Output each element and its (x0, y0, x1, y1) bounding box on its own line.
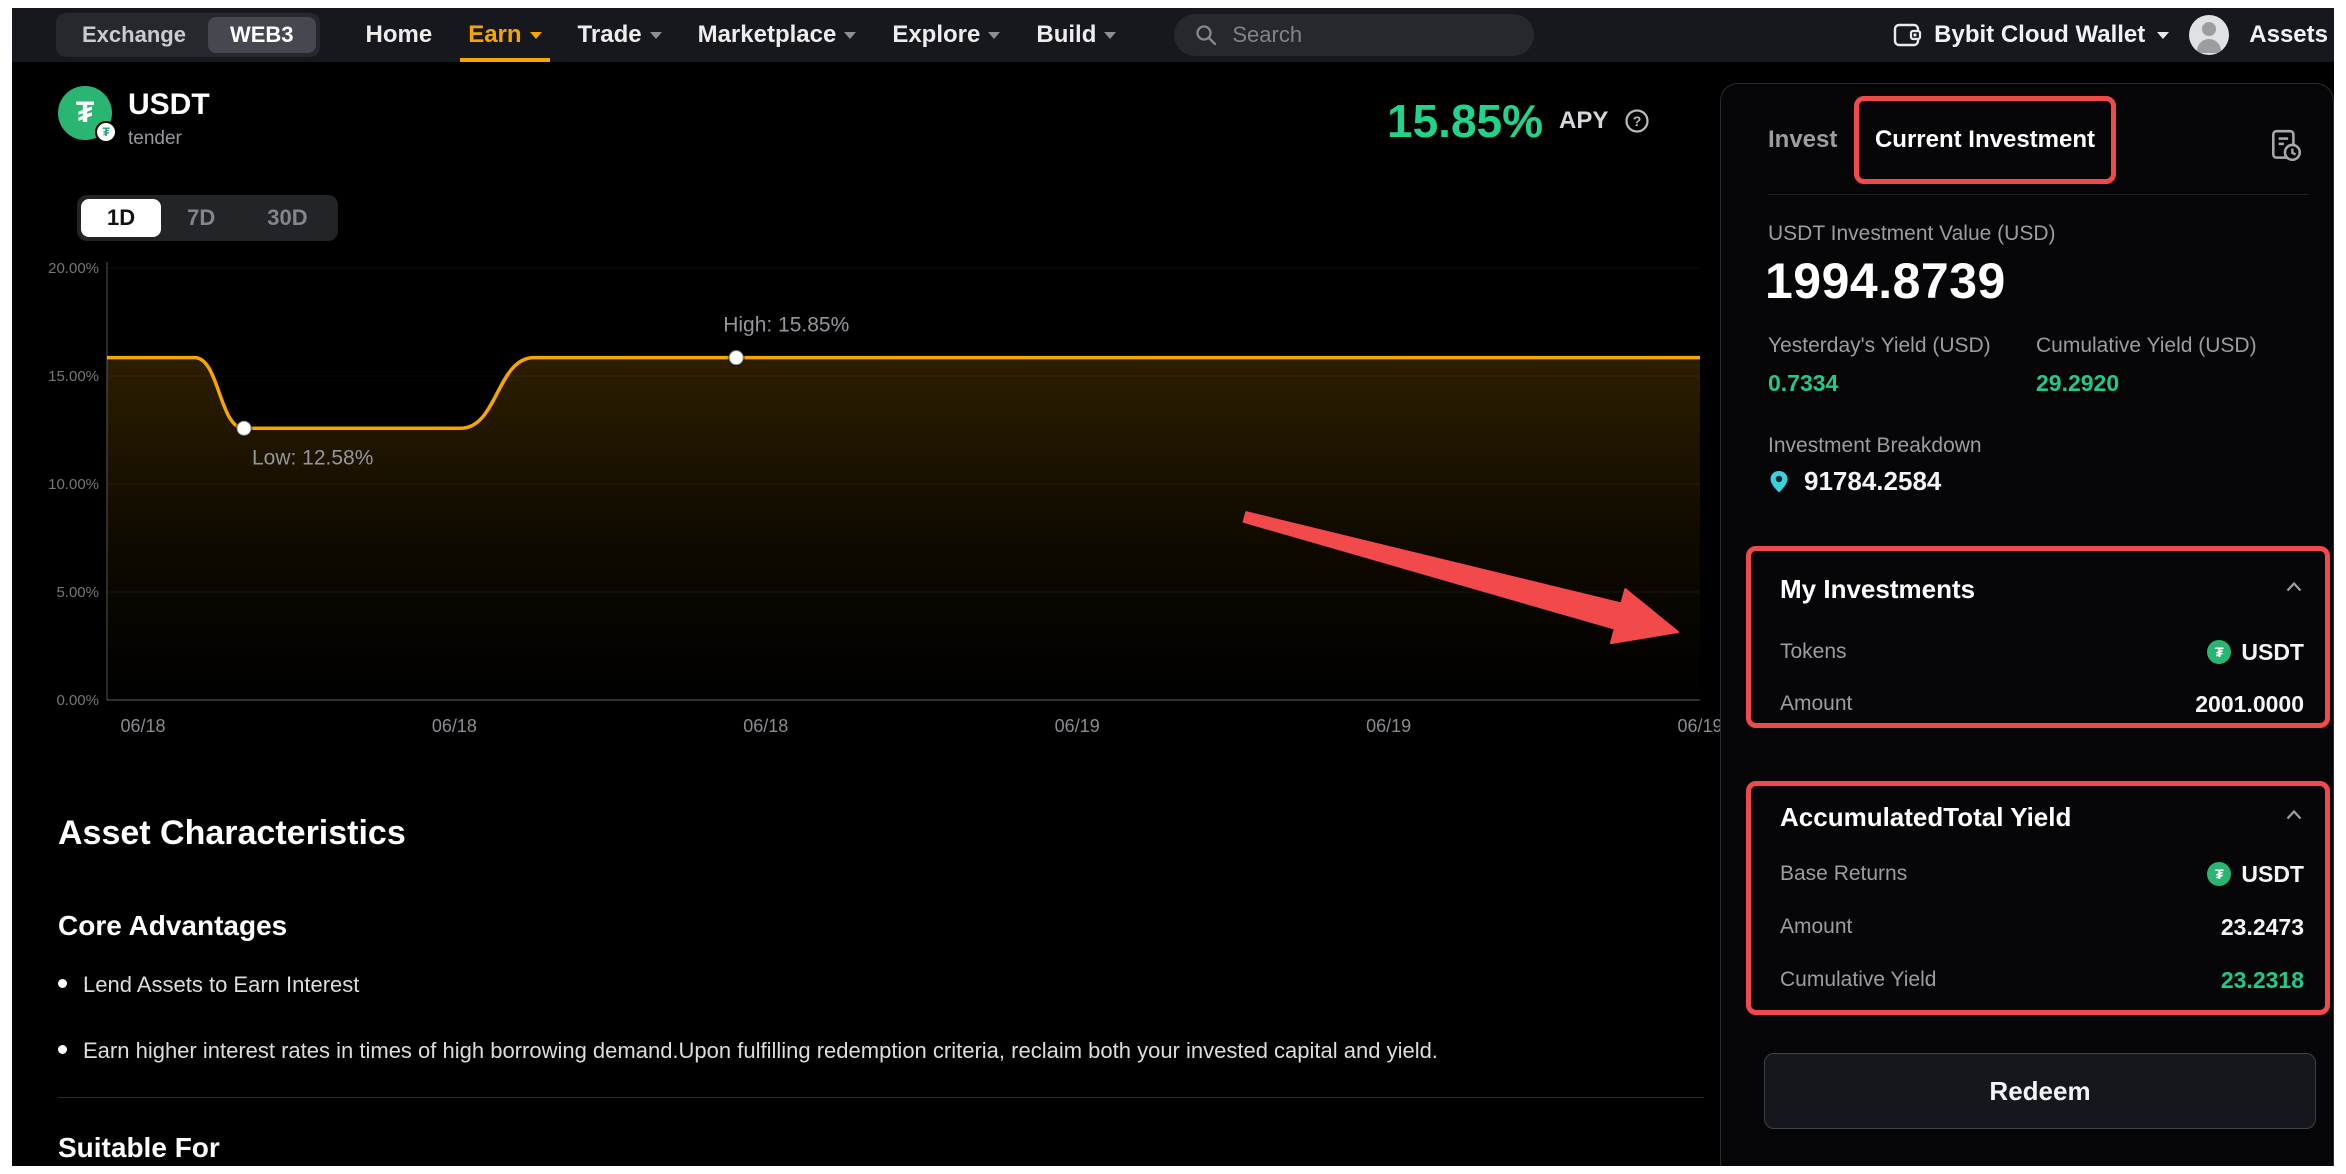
y-axis-tick: 15.00% (48, 368, 99, 385)
avatar[interactable] (2189, 15, 2229, 55)
my-investments-rows: Tokens₮USDT Amount2001.0000 (1780, 637, 2304, 719)
apy-line-chart: 20.00% 15.00% 10.00% 5.00% 0.00% 06/18 06/18 06… (40, 255, 1720, 755)
nav-item-earn[interactable]: Earn (468, 8, 541, 62)
timeframe-tab-7d[interactable]: 7D (161, 199, 241, 237)
token-header: ₮ ₮ USDT tender (58, 86, 210, 150)
apy-value: 15.85% (1387, 94, 1543, 148)
y-axis-tick: 20.00% (48, 260, 99, 277)
apy-chart: 20.00% 15.00% 10.00% 5.00% 0.00% 06/18 06/18 06… (40, 255, 1720, 755)
wallet-icon (1892, 21, 1922, 49)
question-circle-icon[interactable]: ? (1624, 108, 1650, 134)
nav-item-explore[interactable]: Explore (892, 8, 1000, 62)
exchange-toggle[interactable]: Exchange (60, 17, 208, 53)
search-placeholder: Search (1232, 22, 1302, 48)
accumulated-yield-rows: Base Returns₮USDT Amount23.2473 Cumulative… (1780, 859, 2304, 995)
nav-item-marketplace[interactable]: Marketplace (698, 8, 857, 62)
tab-current-investment[interactable]: Current Investment (1875, 126, 2095, 154)
app-window: Exchange WEB3 Home Earn Trade Marketplace Ex… (12, 8, 2334, 1166)
timeframe-tab-30d[interactable]: 30D (241, 199, 333, 237)
chevron-down-icon (530, 32, 542, 39)
svg-text:?: ? (1633, 113, 1642, 129)
cumulative-yield-label: Cumulative Yield (USD) (2036, 334, 2257, 358)
assets-link[interactable]: Assets (2249, 21, 2328, 49)
card-row-tokens: Tokens₮USDT (1780, 637, 2304, 667)
card-row-amount: Amount2001.0000 (1780, 689, 2304, 719)
chevron-up-icon[interactable] (2286, 810, 2302, 820)
tether-glyph: ₮ (76, 96, 94, 130)
section-divider (58, 1097, 1704, 1098)
x-axis-tick: 06/18 (120, 716, 165, 736)
advantage-bullet: Lend Assets to Earn Interest (58, 972, 1678, 998)
x-axis-tick: 06/19 (1366, 716, 1411, 736)
low-label: Low: 12.58% (252, 446, 373, 469)
token-titles: USDT tender (128, 86, 210, 150)
x-axis-tick: 06/19 (1677, 716, 1720, 736)
top-nav: Exchange WEB3 Home Earn Trade Marketplace Ex… (12, 8, 2334, 62)
chevron-down-icon (650, 32, 662, 39)
low-point-marker (236, 421, 251, 436)
breakdown-label: Investment Breakdown (1768, 434, 1982, 458)
token-badge-icon: ₮ (95, 121, 117, 143)
cumulative-yield-value: 29.2920 (2036, 370, 2119, 397)
my-investments-title: My Investments (1780, 574, 2304, 605)
chevron-down-icon (1104, 32, 1116, 39)
product-toggle: Exchange WEB3 (56, 13, 320, 57)
x-axis-tick: 06/18 (432, 716, 477, 736)
breakdown-row: 91784.2584 (1768, 466, 1941, 497)
x-axis-tick: 06/18 (743, 716, 788, 736)
x-axis-tick: 06/19 (1055, 716, 1100, 736)
nav-item-home[interactable]: Home (366, 8, 433, 62)
investment-value: 1994.8739 (1765, 252, 2006, 310)
y-axis-tick: 5.00% (56, 584, 99, 601)
usdt-token-icon: ₮ ₮ (58, 86, 112, 140)
usdt-token-icon: ₮ (2207, 640, 2231, 664)
advantage-bullet: Earn higher interest rates in times of h… (58, 1038, 1678, 1064)
timeframe-tab-1d[interactable]: 1D (81, 199, 161, 237)
card-row-amount: Amount23.2473 (1780, 912, 2304, 942)
nav-item-trade[interactable]: Trade (578, 8, 662, 62)
wallet-label: Bybit Cloud Wallet (1934, 21, 2145, 49)
apy-block: 15.85% APY ? (1387, 94, 1650, 148)
core-advantages-title: Core Advantages (58, 910, 287, 942)
annotation-box-current-investment: Current Investment (1854, 96, 2116, 184)
yesterday-yield-label: Yesterday's Yield (USD) (1768, 334, 1991, 358)
web3-toggle[interactable]: WEB3 (208, 17, 316, 53)
tab-divider (1768, 194, 2308, 195)
chevron-down-icon (988, 32, 1000, 39)
card-row-cumulative-yield: Cumulative Yield23.2318 (1780, 965, 2304, 995)
card-row-base-returns: Base Returns₮USDT (1780, 859, 2304, 889)
chevron-down-icon (2157, 32, 2169, 39)
redeem-button[interactable]: Redeem (1764, 1053, 2316, 1129)
core-advantages-list: Lend Assets to Earn Interest Earn higher … (58, 972, 1678, 1104)
usdt-token-icon: ₮ (2207, 862, 2231, 886)
suitable-for-title: Suitable For (58, 1132, 220, 1164)
nav-menu: Home Earn Trade Marketplace Explore Build (366, 8, 1117, 62)
y-axis-tick: 10.00% (48, 476, 99, 493)
location-pin-icon (1768, 470, 1790, 494)
wallet-menu[interactable]: Bybit Cloud Wallet (1892, 21, 2169, 49)
accumulated-yield-title: AccumulatedTotal Yield (1780, 802, 2304, 833)
investment-value-label: USDT Investment Value (USD) (1768, 222, 2055, 246)
high-label: High: 15.85% (723, 314, 849, 337)
nav-item-build[interactable]: Build (1036, 8, 1116, 62)
token-symbol: USDT (128, 88, 210, 122)
nav-right: Bybit Cloud Wallet Assets (1892, 15, 2334, 55)
timeframe-tabs: 1D7D30D (77, 195, 338, 241)
active-tab-underline (460, 58, 549, 62)
tab-invest[interactable]: Invest (1768, 126, 1837, 154)
yesterday-yield-value: 0.7334 (1768, 370, 1838, 397)
high-point-marker (729, 350, 744, 365)
y-axis-tick: 0.00% (56, 692, 99, 709)
chevron-down-icon (844, 32, 856, 39)
history-record-icon[interactable] (2268, 128, 2304, 164)
search-icon (1194, 23, 1218, 47)
breakdown-value: 91784.2584 (1804, 466, 1941, 497)
accumulated-yield-card: AccumulatedTotal Yield Base Returns₮USDT… (1780, 802, 2304, 995)
token-subtitle: tender (128, 128, 210, 150)
my-investments-card: My Investments Tokens₮USDT Amount2001.000… (1780, 574, 2304, 719)
search-bar[interactable]: Search (1174, 14, 1534, 56)
apy-label: APY (1559, 107, 1608, 135)
chevron-up-icon[interactable] (2286, 582, 2302, 592)
asset-characteristics-title: Asset Characteristics (58, 814, 406, 853)
